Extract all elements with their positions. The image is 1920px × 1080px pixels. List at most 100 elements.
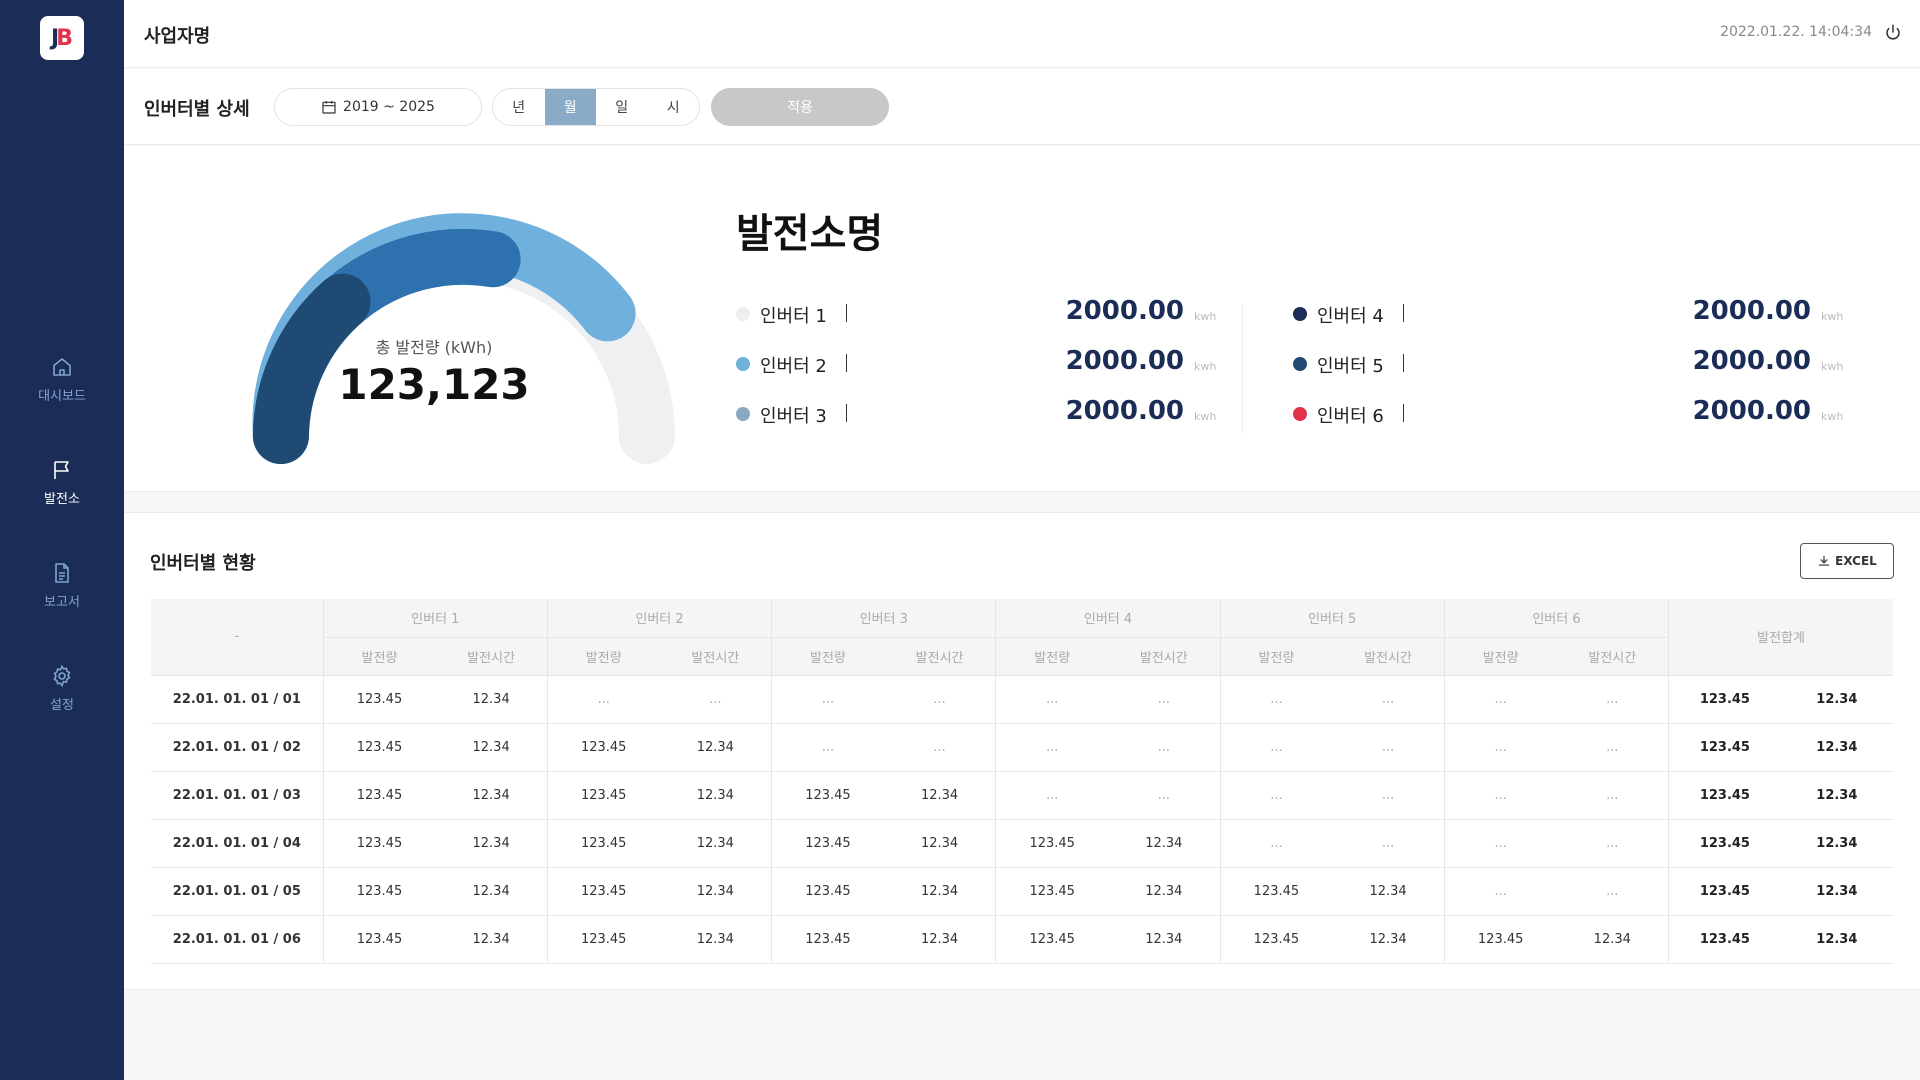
power-icon[interactable] xyxy=(1884,23,1902,41)
sidebar-item-settings[interactable]: 설정 xyxy=(0,664,124,713)
sidebar-item-report[interactable]: 보고서 xyxy=(0,561,124,610)
generation-time-cell: ... xyxy=(883,723,996,772)
sidebar: JB 대시보드 발전소 보고서 설정 xyxy=(0,0,124,1080)
inverter-6-dot xyxy=(1293,407,1307,421)
generation-time-cell: 12.34 xyxy=(435,675,548,724)
app-logo[interactable]: JB xyxy=(40,16,84,60)
period-month-button[interactable]: 월 xyxy=(544,89,596,125)
generation-cell: ... xyxy=(995,723,1108,772)
table-row[interactable]: 22.01. 01. 01 / 01 123.45 12.34...........… xyxy=(151,675,1893,724)
generation-time-cell: ... xyxy=(1556,819,1669,868)
generation-cell: 123.45 xyxy=(322,915,436,964)
table-row[interactable]: 22.01. 01. 01 / 06 123.45 12.34 123.45 12.34… xyxy=(151,915,1893,964)
period-toggle: 년 월 일 시 xyxy=(492,88,700,126)
table-row[interactable]: 22.01. 01. 01 / 05 123.45 12.34 123.45 12.34… xyxy=(151,867,1893,916)
generation-time-cell: 12.34 xyxy=(1332,867,1445,916)
sidebar-item-label: 설정 xyxy=(50,698,74,713)
generation-cell: ... xyxy=(1219,675,1333,724)
inverter-name: 인버터 3 xyxy=(760,406,827,427)
generation-cell: ... xyxy=(1443,771,1557,820)
inverter-value: 2000.00 xyxy=(1692,396,1811,426)
inverter-name: 인버터 2 xyxy=(760,356,827,377)
generation-cell: ... xyxy=(771,723,884,772)
sum-generation-cell: 123.45 xyxy=(1668,915,1781,964)
generation-cell: 123.45 xyxy=(771,819,884,868)
generation-time-cell: 12.34 xyxy=(1108,867,1221,916)
table-row[interactable]: 22.01. 01. 01 / 03 123.45 12.34 123.45 12.34… xyxy=(151,771,1893,820)
document-icon xyxy=(55,563,69,583)
inverter-4-dot xyxy=(1293,307,1307,321)
inverter-status-panel: 인버터별 현황 EXCEL - 인버터 1 인버터 2 인버터 3 인버터 4 … xyxy=(124,512,1920,990)
plant-name: 발전소명 xyxy=(736,211,884,257)
generation-time-cell: ... xyxy=(1556,723,1669,772)
separator xyxy=(1403,304,1404,322)
period-year-button[interactable]: 년 xyxy=(493,89,545,125)
sidebar-item-label: 발전소 xyxy=(44,492,80,507)
period-hour-button[interactable]: 시 xyxy=(648,89,700,125)
separator xyxy=(1403,404,1404,422)
sub-header: 발전시간 xyxy=(435,637,548,676)
separator xyxy=(1403,354,1404,372)
generation-time-cell: 12.34 xyxy=(659,915,772,964)
generation-cell: ... xyxy=(1443,675,1557,724)
generation-time-cell: ... xyxy=(1556,867,1669,916)
generation-time-cell: 12.34 xyxy=(1332,915,1445,964)
sidebar-item-dashboard[interactable]: 대시보드 xyxy=(0,355,124,404)
sidebar-item-plant[interactable]: 발전소 xyxy=(0,458,124,507)
generation-cell: ... xyxy=(771,675,884,724)
generation-time-cell: ... xyxy=(1332,819,1445,868)
row-date: 22.01. 01. 01 / 03 xyxy=(151,771,324,820)
generation-cell: 123.45 xyxy=(322,867,436,916)
download-icon xyxy=(1818,555,1830,566)
generation-cell: ... xyxy=(995,771,1108,820)
business-name: 사업자명 xyxy=(144,26,211,47)
generation-cell: 123.45 xyxy=(771,915,884,964)
sub-header: 발전량 xyxy=(1444,637,1557,676)
apply-button[interactable]: 적용 xyxy=(711,88,889,126)
row-date: 22.01. 01. 01 / 05 xyxy=(151,867,324,916)
inverter-value: 2000.00 xyxy=(1692,296,1811,326)
corner-header: - xyxy=(151,599,324,676)
table-row[interactable]: 22.01. 01. 01 / 02 123.45 12.34 123.45 12.34… xyxy=(151,723,1893,772)
sum-generation-cell: 123.45 xyxy=(1668,771,1781,820)
sum-time-cell: 12.34 xyxy=(1780,723,1893,772)
sub-header: 발전시간 xyxy=(1332,637,1445,676)
excel-download-button[interactable]: EXCEL xyxy=(1800,543,1894,579)
period-day-button[interactable]: 일 xyxy=(596,89,648,125)
table-row[interactable]: 22.01. 01. 01 / 04 123.45 12.34 123.45 12.34… xyxy=(151,819,1893,868)
sub-header: 발전량 xyxy=(547,637,660,676)
generation-time-cell: 12.34 xyxy=(659,771,772,820)
total-generation-gauge xyxy=(252,213,675,464)
inverter-5-dot xyxy=(1293,357,1307,371)
sum-time-cell: 12.34 xyxy=(1780,819,1893,868)
generation-time-cell: 12.34 xyxy=(435,723,548,772)
generation-time-cell: ... xyxy=(883,675,996,724)
generation-time-cell: 12.34 xyxy=(883,819,996,868)
inverter-2-dot xyxy=(736,357,750,371)
generation-time-cell: 12.34 xyxy=(435,771,548,820)
generation-time-cell: ... xyxy=(1556,675,1669,724)
table-header-row: - 인버터 1 인버터 2 인버터 3 인버터 4 인버터 5 인버터 6 발전… xyxy=(151,599,1893,676)
gauge-label: 총 발전량 (kWh) xyxy=(375,338,493,357)
table-body: 22.01. 01. 01 / 01 123.45 12.34...........… xyxy=(151,675,1893,964)
generation-cell: ... xyxy=(1443,723,1557,772)
generation-cell: ... xyxy=(1219,819,1333,868)
inverter-unit: kwh xyxy=(1821,360,1844,373)
sub-header: 발전시간 xyxy=(883,637,997,676)
sub-header: 발전량 xyxy=(323,637,436,676)
generation-cell: 123.45 xyxy=(995,915,1108,964)
generation-cell: 123.45 xyxy=(1219,915,1333,964)
generation-cell: ... xyxy=(1443,819,1557,868)
generation-time-cell: 12.34 xyxy=(883,867,996,916)
generation-cell: 123.45 xyxy=(995,867,1108,916)
inverter-name: 인버터 5 xyxy=(1317,356,1384,377)
generation-time-cell: ... xyxy=(659,675,772,724)
group-header: 인버터 2 xyxy=(547,599,773,638)
generation-time-cell: ... xyxy=(1332,771,1445,820)
generation-time-cell: 12.34 xyxy=(435,819,548,868)
excel-label: EXCEL xyxy=(1835,554,1877,568)
separator xyxy=(846,354,847,372)
date-range-picker[interactable]: 2019 ~ 2025 xyxy=(274,88,482,126)
generation-cell: 123.45 xyxy=(1219,867,1333,916)
generation-time-cell: 12.34 xyxy=(435,915,548,964)
